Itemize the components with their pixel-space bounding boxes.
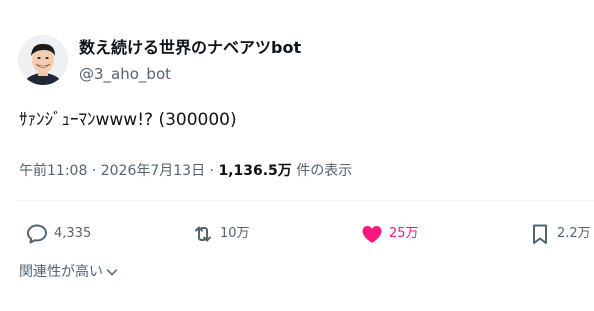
retweet-count: 10万 <box>220 226 250 241</box>
chevron-down-icon <box>106 269 118 276</box>
bookmark-button[interactable]: 2.2万 <box>528 222 591 246</box>
tweet-text: ｻｧﾝｼﾞｭｰﾏﾝwww!? (300000) <box>19 110 237 130</box>
reply-bubble-icon <box>27 224 47 244</box>
reply-button[interactable]: 4,335 <box>25 222 91 246</box>
bookmark-icon <box>533 224 547 244</box>
tweet-date[interactable]: 2026年7月13日 <box>101 163 205 179</box>
bookmark-count: 2.2万 <box>557 226 591 241</box>
related-label: 関連性が高い <box>19 264 103 280</box>
person-avatar-icon <box>18 35 68 85</box>
like-count: 25万 <box>389 226 419 241</box>
like-button[interactable]: 25万 <box>360 222 419 246</box>
user-handle[interactable]: @3_aho_bot <box>79 64 171 84</box>
avatar[interactable] <box>18 35 68 85</box>
reply-count: 4,335 <box>54 226 92 241</box>
retweet-button[interactable]: 10万 <box>191 222 250 246</box>
retweet-icon <box>195 226 211 242</box>
view-count-label: 件の表示 <box>291 163 353 179</box>
heart-icon <box>362 226 382 243</box>
tweet-meta: 午前11:08 · 2026年7月13日 · 1,136.5万 件の表示 <box>19 161 352 181</box>
display-name[interactable]: 数え続ける世界のナベアツbot <box>79 38 301 58</box>
meta-separator: · <box>205 163 219 179</box>
tweet-time[interactable]: 午前11:08 <box>19 163 87 179</box>
sort-related-dropdown[interactable]: 関連性が高い <box>19 262 119 282</box>
tweet-header: 数え続ける世界のナベアツbot @3_aho_bot <box>18 35 578 87</box>
meta-separator: · <box>87 163 101 179</box>
divider <box>18 200 594 201</box>
view-count[interactable]: 1,136.5万 <box>218 163 291 179</box>
